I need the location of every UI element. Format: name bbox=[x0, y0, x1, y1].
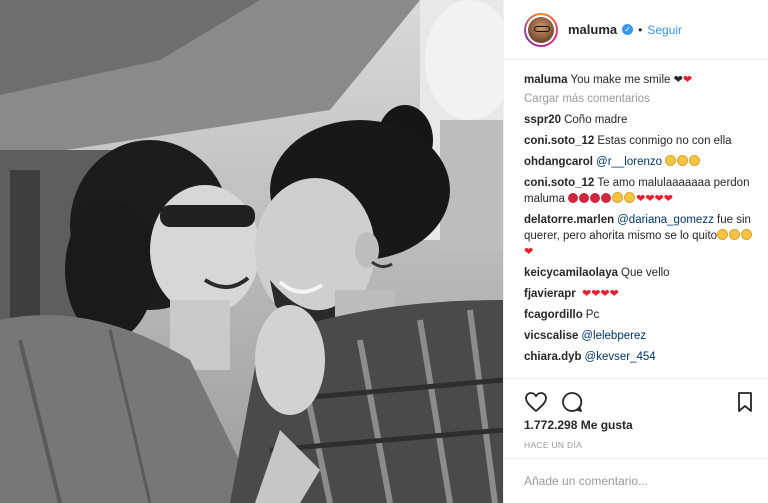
red-heart-emoji: ❤ bbox=[654, 193, 664, 205]
post-side-panel: maluma ✓ • Seguir maluma You make me smil… bbox=[503, 0, 768, 503]
instagram-post: maluma ✓ • Seguir maluma You make me smil… bbox=[0, 0, 768, 503]
smile-emoji bbox=[624, 192, 636, 203]
comment-username[interactable]: coni.soto_12 bbox=[524, 177, 594, 189]
comment-item: vicscalise @lelebperez bbox=[524, 328, 755, 344]
comment-mention[interactable]: @lelebperez bbox=[581, 330, 646, 342]
comment-text: Estas conmigo no con ella bbox=[597, 135, 732, 147]
caption: maluma You make me smile ❤❤ bbox=[524, 72, 755, 88]
post-header: maluma ✓ • Seguir bbox=[504, 0, 768, 60]
comment-item: fjavierapr ❤❤❤❤ bbox=[524, 286, 755, 302]
devil-emoji bbox=[590, 193, 601, 203]
crying-emoji bbox=[665, 155, 677, 166]
comment-username[interactable]: keicycamilaolaya bbox=[524, 267, 618, 279]
follow-button[interactable]: Seguir bbox=[647, 23, 682, 37]
red-heart-emoji: ❤ bbox=[645, 193, 655, 205]
comment-mention[interactable]: @r__lorenzo bbox=[596, 156, 662, 168]
couple-photo-illustration bbox=[0, 0, 503, 503]
comment-mention[interactable]: @dariana_gomezz bbox=[617, 214, 714, 226]
red-heart-emoji: ❤ bbox=[636, 193, 646, 205]
comment-username[interactable]: sspr20 bbox=[524, 114, 561, 126]
devil-emoji bbox=[568, 193, 579, 203]
bookmark-icon[interactable] bbox=[733, 390, 757, 414]
smile-emoji bbox=[612, 192, 624, 203]
red-heart-emoji: ❤ bbox=[581, 288, 592, 300]
comment-username[interactable]: fjavierapr bbox=[524, 288, 576, 300]
verified-badge-icon: ✓ bbox=[622, 24, 634, 35]
comment-item: fcagordillo Pc bbox=[524, 307, 755, 323]
comment-icon[interactable] bbox=[560, 390, 584, 414]
post-timestamp: HACE UN DÍA bbox=[524, 440, 583, 450]
comment-item: chiara.dyb @kevser_454 bbox=[524, 349, 755, 365]
comment-item: keicycamilaolaya Que vello bbox=[524, 265, 755, 281]
comment-item: coni.soto_12 Te amo malulaaaaaaa perdon m… bbox=[524, 175, 755, 207]
comments-list: maluma You make me smile ❤❤ Cargar más co… bbox=[504, 60, 768, 378]
add-comment-input[interactable] bbox=[524, 474, 749, 488]
post-photo[interactable] bbox=[0, 0, 503, 503]
caption-text: You make me smile bbox=[570, 74, 671, 86]
devil-emoji bbox=[601, 193, 612, 203]
red-heart-emoji: ❤ bbox=[609, 288, 619, 300]
comment-text: Pc bbox=[585, 309, 600, 321]
likes-count[interactable]: 1.772.298 Me gusta bbox=[524, 418, 633, 432]
red-heart-emoji: ❤ bbox=[663, 193, 673, 205]
comment-item: coni.soto_12 Estas conmigo no con ella bbox=[524, 133, 755, 149]
sweat-smile-emoji bbox=[741, 229, 753, 240]
devil-emoji bbox=[579, 193, 590, 203]
crying-emoji bbox=[677, 155, 689, 166]
avatar-frame bbox=[526, 14, 556, 45]
comment-item: delatorre.marlen @dariana_gomezz fue sin … bbox=[524, 212, 755, 260]
comment-username[interactable]: vicscalise bbox=[524, 330, 578, 342]
crying-emoji bbox=[689, 155, 701, 166]
red-heart-emoji: ❤ bbox=[600, 288, 610, 300]
comment-text: Coño madre bbox=[564, 114, 628, 126]
red-heart-emoji: ❤ bbox=[524, 246, 534, 258]
add-comment-bar bbox=[504, 458, 768, 503]
comment-username[interactable]: coni.soto_12 bbox=[524, 135, 594, 147]
red-heart-emoji: ❤ bbox=[682, 74, 693, 86]
comment-item: sspr20 Coño madre bbox=[524, 112, 755, 128]
comment-username[interactable]: ohdangcarol bbox=[524, 156, 593, 168]
comment-mention[interactable]: @kevser_454 bbox=[585, 351, 656, 363]
caption-username[interactable]: maluma bbox=[524, 74, 567, 86]
sweat-smile-emoji bbox=[729, 229, 741, 240]
heart-outline-icon[interactable] bbox=[524, 390, 548, 414]
comment-username[interactable]: fcagordillo bbox=[524, 309, 583, 321]
sweat-smile-emoji bbox=[717, 229, 729, 240]
comment-username[interactable]: chiara.dyb bbox=[524, 351, 582, 363]
post-username[interactable]: maluma bbox=[568, 22, 617, 37]
black-heart-emoji: ❤ bbox=[673, 74, 683, 86]
avatar[interactable] bbox=[524, 12, 558, 47]
comment-item: ohdangcarol @r__lorenzo bbox=[524, 154, 755, 170]
comment-text: Que vello bbox=[621, 267, 670, 279]
separator-dot: • bbox=[638, 22, 643, 37]
comment-username[interactable]: delatorre.marlen bbox=[524, 214, 614, 226]
load-more-comments-button[interactable]: Cargar más comentarios bbox=[524, 93, 755, 105]
avatar-image bbox=[528, 16, 554, 43]
